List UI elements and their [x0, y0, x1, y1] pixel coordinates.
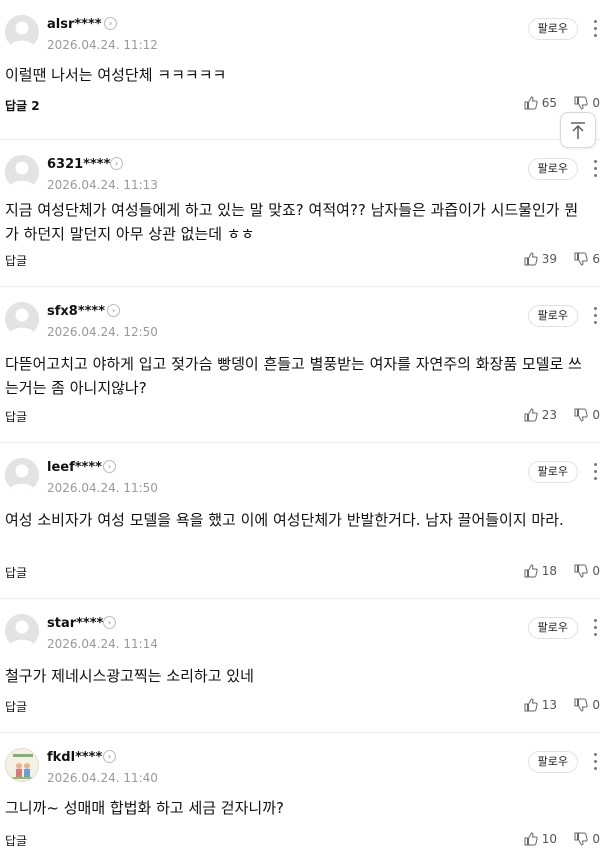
- username[interactable]: leef****: [47, 460, 102, 475]
- dislike-count: 0: [592, 408, 600, 422]
- like-count: 13: [541, 698, 557, 712]
- comment-date: 2026.04.24. 11:13: [47, 178, 158, 192]
- dislike-button[interactable]: 0: [574, 96, 600, 110]
- more-options-icon[interactable]: [592, 18, 598, 40]
- comment-item: sfx8**** › 2026.04.24. 12:50 팔로우 다뜯어고치고 …: [0, 287, 600, 443]
- thumbs-down-icon: [574, 408, 589, 422]
- default-avatar-icon[interactable]: [5, 458, 39, 492]
- comment-item: 6321**** › 2026.04.24. 11:13 팔로우 지금 여성단체…: [0, 140, 600, 287]
- comment-body: 지금 여성단체가 여성들에게 하고 있는 말 맞죠? 여적여?? 남자들은 과즙…: [5, 201, 579, 243]
- more-options-icon[interactable]: [592, 158, 598, 180]
- like-button[interactable]: 23: [524, 408, 557, 422]
- default-avatar-icon[interactable]: [5, 614, 39, 648]
- like-button[interactable]: 39: [524, 252, 557, 266]
- comment-date: 2026.04.24. 11:50: [47, 481, 158, 495]
- follow-button[interactable]: 팔로우: [527, 158, 578, 180]
- follow-button[interactable]: 팔로우: [527, 751, 578, 773]
- dislike-count: 6: [592, 252, 600, 266]
- default-avatar-icon[interactable]: [5, 155, 39, 189]
- scroll-to-top-button[interactable]: [560, 112, 596, 148]
- follow-button[interactable]: 팔로우: [527, 461, 578, 483]
- follow-button[interactable]: 팔로우: [527, 305, 578, 327]
- user-info-icon[interactable]: ›: [103, 616, 116, 629]
- comment-body: 여성 소비자가 여성 모델을 욕을 했고 이에 여성단체가 반발한거다. 남자 …: [5, 511, 564, 529]
- username[interactable]: sfx8****: [47, 304, 105, 319]
- dislike-count: 0: [592, 564, 600, 578]
- like-count: 18: [541, 564, 557, 578]
- arrow-up-icon: [571, 122, 585, 139]
- user-info-icon[interactable]: ›: [107, 304, 120, 317]
- dislike-button[interactable]: 6: [574, 252, 600, 266]
- comment-date: 2026.04.24. 11:14: [47, 637, 158, 651]
- comment-item: star**** › 2026.04.24. 11:14 팔로우 철구가 제네시…: [0, 599, 600, 733]
- like-button[interactable]: 13: [524, 698, 557, 712]
- username[interactable]: fkdl****: [47, 750, 102, 765]
- user-info-icon[interactable]: ›: [104, 17, 117, 30]
- comment-item: leef**** › 2026.04.24. 11:50 팔로우 여성 소비자가…: [0, 443, 600, 599]
- default-avatar-icon[interactable]: [5, 15, 39, 49]
- thumbs-up-icon: [524, 408, 538, 422]
- thumbs-up-icon: [524, 252, 538, 266]
- like-button[interactable]: 18: [524, 564, 557, 578]
- more-options-icon[interactable]: [592, 751, 598, 773]
- comment-body: 그니까~ 성매매 합법화 하고 세금 걷자니까?: [5, 799, 284, 817]
- comment-date: 2026.04.24. 11:40: [47, 771, 158, 785]
- like-button[interactable]: 65: [524, 96, 557, 110]
- reply-button[interactable]: 답글: [5, 252, 27, 269]
- reply-button[interactable]: 답글: [5, 698, 27, 715]
- thumbs-up-icon: [524, 832, 538, 846]
- like-count: 10: [541, 832, 557, 846]
- default-avatar-icon[interactable]: [5, 302, 39, 336]
- username[interactable]: star****: [47, 616, 103, 631]
- dislike-count: 0: [592, 832, 600, 846]
- thumbs-down-icon: [574, 564, 589, 578]
- reply-button[interactable]: 답글: [5, 832, 27, 849]
- like-count: 39: [541, 252, 557, 266]
- follow-button[interactable]: 팔로우: [527, 617, 578, 639]
- more-options-icon[interactable]: [592, 305, 598, 327]
- user-info-icon[interactable]: ›: [110, 157, 123, 170]
- comment-body: 철구가 제네시스광고찍는 소리하고 있네: [5, 667, 254, 685]
- user-info-icon[interactable]: ›: [103, 750, 116, 763]
- thumbs-down-icon: [574, 252, 589, 266]
- thumbs-up-icon: [524, 698, 538, 712]
- more-options-icon[interactable]: [592, 461, 598, 483]
- thumbs-down-icon: [574, 96, 589, 110]
- like-button[interactable]: 10: [524, 832, 557, 846]
- reply-button[interactable]: 답글 2: [5, 97, 40, 114]
- username[interactable]: 6321****: [47, 157, 110, 172]
- reply-button[interactable]: 답글: [5, 564, 27, 581]
- dislike-count: 0: [592, 96, 600, 110]
- more-options-icon[interactable]: [592, 617, 598, 639]
- comment-item: alsr**** › 2026.04.24. 11:12 팔로우 이럴땐 나서는…: [0, 0, 600, 140]
- thumbs-up-icon: [524, 96, 538, 110]
- username[interactable]: alsr****: [47, 17, 102, 32]
- user-info-icon[interactable]: ›: [103, 460, 116, 473]
- thumbs-up-icon: [524, 564, 538, 578]
- thumbs-down-icon: [574, 832, 589, 846]
- comment-date: 2026.04.24. 11:12: [47, 38, 158, 52]
- like-count: 65: [541, 96, 557, 110]
- like-count: 23: [541, 408, 557, 422]
- book-cover-avatar-icon[interactable]: [5, 748, 39, 782]
- comment-body: 이럴땐 나서는 여성단체 ㅋㅋㅋㅋㅋ: [5, 66, 227, 84]
- comment-body: 다뜯어고치고 야하게 입고 젖가슴 빵뎅이 흔들고 별풍받는 여자를 자연주의 …: [5, 355, 582, 397]
- dislike-button[interactable]: 0: [574, 832, 600, 846]
- dislike-button[interactable]: 0: [574, 698, 600, 712]
- thumbs-down-icon: [574, 698, 589, 712]
- dislike-button[interactable]: 0: [574, 564, 600, 578]
- comment-item: fkdl**** › 2026.04.24. 11:40 팔로우 그니까~ 성매…: [0, 733, 600, 866]
- reply-button[interactable]: 답글: [5, 408, 27, 425]
- comment-date: 2026.04.24. 12:50: [47, 325, 158, 339]
- dislike-button[interactable]: 0: [574, 408, 600, 422]
- dislike-count: 0: [592, 698, 600, 712]
- follow-button[interactable]: 팔로우: [527, 18, 578, 40]
